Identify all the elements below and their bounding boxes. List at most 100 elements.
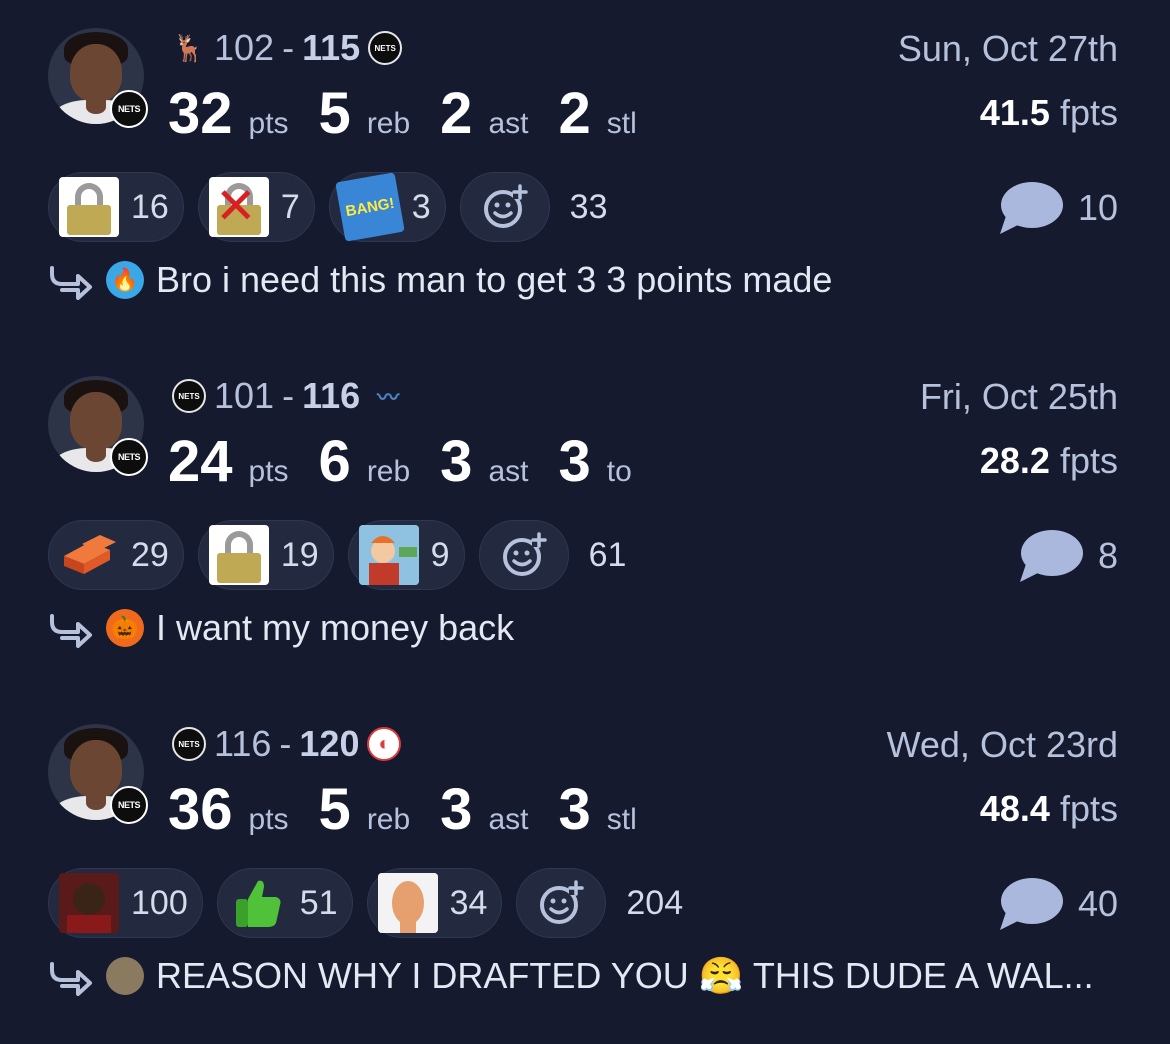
latest-comment[interactable]: 🔥 Bro i need this man to get 3 3 points … [48, 254, 832, 306]
add-emoji-icon [540, 880, 585, 924]
game-date: Sun, Oct 27th [897, 28, 1118, 69]
speech-bubble-icon [999, 878, 1063, 930]
game-card[interactable]: NETS NETS 101 - 116 〰 24 pts 6 reb 3 ast 3t… [0, 348, 1170, 696]
nets-badge-icon: NETS [110, 438, 148, 476]
game-card[interactable]: NETS 🦌 102 - 115 NETS 32 pts 5 reb 2 ast 2s… [0, 0, 1170, 348]
reaction-pill[interactable]: BANG! 3 [328, 172, 446, 242]
stat-value: 32 [168, 81, 233, 146]
game-score: NETS 116 - 120 ◐ [172, 723, 402, 764]
reaction-count: 100 [131, 883, 188, 922]
score-left: 102 [214, 27, 275, 68]
green-thumbs-up-icon [228, 873, 288, 933]
latest-comment[interactable]: 🎃 I want my money back [48, 602, 514, 654]
hawks-logo-icon: ◐ [367, 727, 402, 761]
stat-value: 24 [168, 429, 233, 494]
comment-count: 40 [1077, 883, 1118, 924]
nets-badge-icon: NETS [110, 786, 148, 824]
stat-unit: stl [606, 803, 637, 836]
reaction-count: 7 [280, 187, 300, 226]
fpts-unit: fpts [1059, 440, 1118, 481]
add-reaction-button[interactable] [516, 868, 607, 938]
commenter-avatar: 🔥 [106, 261, 144, 299]
stat-unit: reb [366, 107, 411, 140]
reaction-total: 33 [569, 187, 608, 226]
reaction-count: 29 [131, 535, 169, 574]
reaction-total: 204 [626, 883, 684, 922]
padlock-icon [59, 177, 119, 237]
fpts-value: 48.4 [979, 788, 1050, 829]
stat-value: 36 [168, 777, 233, 842]
reaction-pill[interactable]: 34 [366, 868, 503, 938]
stat-value: 5 [318, 777, 351, 842]
padlock-icon [208, 525, 269, 585]
reply-arrow-icon [50, 266, 92, 300]
stat-unit: ast [488, 107, 529, 140]
comment-count: 8 [1097, 535, 1118, 576]
score-left: 116 [214, 723, 272, 764]
add-reaction-button[interactable] [478, 520, 569, 590]
reaction-count: 3 [411, 187, 431, 226]
reaction-bar: 16 ✕ 7 BANG! 3 33 [48, 172, 608, 242]
bang-comic-icon: BANG! [334, 172, 405, 242]
lebron-photo-icon [59, 873, 119, 933]
reaction-pill[interactable]: ✕ 7 [197, 172, 315, 242]
bald-man-photo-icon [377, 873, 438, 933]
reaction-bar: 29 19 9 61 [48, 520, 626, 590]
stat-value: 3 [440, 429, 473, 494]
comments-button[interactable]: 10 [998, 178, 1118, 238]
score-left: 101 [214, 375, 275, 416]
add-emoji-icon [483, 184, 528, 228]
nets-badge-icon: NETS [110, 90, 148, 128]
reaction-pill[interactable]: 9 [347, 520, 465, 590]
latest-comment[interactable]: REASON WHY I DRAFTED YOU 😤 THIS DUDE A W… [48, 950, 1094, 1002]
reaction-count: 51 [299, 883, 338, 922]
stat-unit: reb [366, 455, 411, 488]
stat-value: 2 [558, 81, 591, 146]
fantasy-points: 41.5 fpts [980, 92, 1118, 134]
stat-unit: reb [366, 803, 411, 836]
stat-value: 3 [440, 777, 473, 842]
score-right: 120 [299, 723, 360, 764]
score-right: 116 [302, 375, 361, 416]
fpts-value: 28.2 [979, 440, 1050, 481]
stat-unit: pts [248, 107, 289, 140]
score-separator: - [282, 27, 295, 68]
comments-button[interactable]: 8 [1018, 526, 1118, 586]
fry-money-icon [358, 525, 419, 585]
reaction-pill[interactable]: 16 [48, 172, 184, 242]
reaction-total: 61 [588, 535, 627, 574]
bricks-icon [59, 525, 119, 585]
commenter-avatar: 🎃 [106, 609, 144, 647]
stat-line: 32 pts 5 reb 2 ast 2 stl [168, 80, 667, 146]
comment-text: I want my money back [156, 607, 515, 648]
reply-arrow-icon [50, 962, 92, 996]
nets-logo-icon: NETS [172, 379, 206, 413]
reaction-bar: 100 51 34 204 [48, 868, 683, 938]
comments-button[interactable]: 40 [998, 874, 1118, 934]
fantasy-points: 48.4 fpts [980, 788, 1118, 830]
fpts-unit: fpts [1059, 788, 1118, 829]
stat-unit: pts [248, 455, 289, 488]
reply-arrow-icon [50, 614, 92, 648]
reaction-pill[interactable]: 29 [48, 520, 184, 590]
nets-logo-icon: NETS [172, 727, 206, 761]
stat-value: 3 [558, 777, 591, 842]
stat-unit: ast [488, 803, 529, 836]
bucks-logo-icon: 🦌 [172, 32, 206, 63]
game-log-feed: NETS 🦌 102 - 115 NETS 32 pts 5 reb 2 ast 2s… [0, 0, 1170, 1036]
reaction-pill[interactable]: 51 [216, 868, 353, 938]
add-emoji-icon [502, 532, 547, 576]
game-card[interactable]: NETS NETS 116 - 120 ◐ 36 pts 5 reb 3 ast 3s… [0, 696, 1170, 1044]
commenter-avatar [106, 957, 144, 995]
game-score: NETS 101 - 116 〰 [172, 375, 408, 416]
stat-unit: stl [606, 107, 637, 140]
stat-unit: to [606, 455, 632, 488]
stat-value: 3 [558, 429, 591, 494]
crossed-padlock-icon: ✕ [208, 177, 269, 237]
add-reaction-button[interactable] [459, 172, 550, 242]
reaction-pill[interactable]: 100 [48, 868, 203, 938]
reaction-pill[interactable]: 19 [197, 520, 334, 590]
stat-value: 5 [318, 81, 351, 146]
score-separator: - [282, 375, 295, 416]
stat-unit: ast [488, 455, 529, 488]
